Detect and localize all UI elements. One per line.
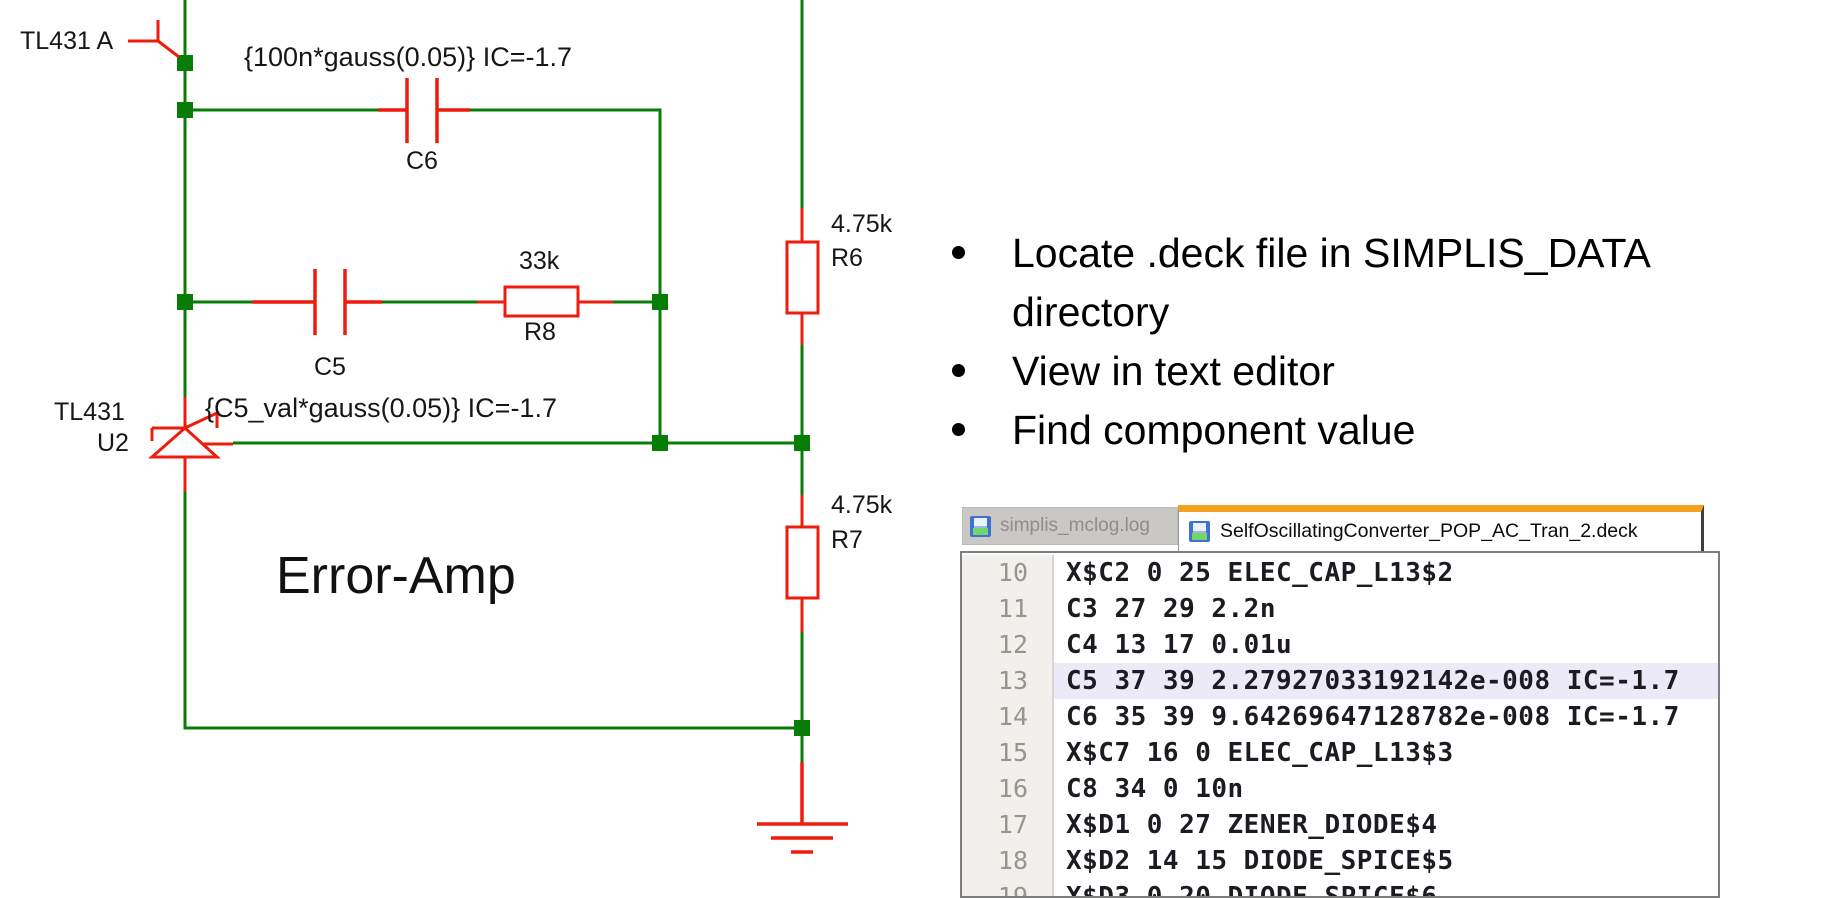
label-c6-value: {100n*gauss(0.05)} IC=-1.7	[244, 42, 572, 73]
capacitor-c6	[378, 78, 470, 143]
label-u2-part: TL431	[54, 398, 125, 427]
line-number: 14	[962, 699, 1054, 735]
resistor-r7	[787, 495, 818, 632]
note-item: Find component value	[938, 401, 1698, 460]
editor-line: 11 C3 27 29 2.2n	[962, 591, 1718, 627]
schematic-canvas	[0, 0, 960, 898]
resistor-r8	[477, 287, 613, 316]
deck-file-viewer[interactable]: 10 X$C2 0 25 ELEC_CAP_L13$2 11 C3 27 29 …	[960, 551, 1720, 898]
editor-line: 14 C6 35 39 9.64269647128782e-008 IC=-1.…	[962, 699, 1718, 735]
editor-line: 19 X$D3 0 20 DIODE_SPICE$6	[962, 879, 1718, 898]
editor-line: 15 X$C7 16 0 ELEC_CAP_L13$3	[962, 735, 1718, 771]
tab-deck-file[interactable]: SelfOscillatingConverter_POP_AC_Tran_2.d…	[1178, 505, 1704, 551]
tab-label: SelfOscillatingConverter_POP_AC_Tran_2.d…	[1220, 520, 1638, 543]
label-c5-value: {C5_val*gauss(0.05)} IC=-1.7	[205, 393, 557, 424]
note-text: View in text editor	[1012, 342, 1335, 401]
label-r8-value: 33k	[519, 247, 559, 276]
wires	[185, 0, 802, 762]
note-text: directory	[1012, 283, 1651, 342]
line-text: C4 13 17 0.01u	[1054, 627, 1718, 663]
line-number: 10	[962, 555, 1054, 591]
line-text: X$C2 0 25 ELEC_CAP_L13$2	[1054, 555, 1718, 591]
label-u2-ref: U2	[97, 429, 129, 458]
bullet-dot	[952, 423, 965, 436]
notes-list: Locate .deck file in SIMPLIS_DATA direct…	[938, 224, 1698, 460]
label-r7-ref: R7	[831, 526, 863, 555]
label-r6-ref: R6	[831, 244, 863, 273]
save-file-icon	[970, 516, 991, 537]
label-c6-ref: C6	[406, 147, 438, 176]
resistor-r6	[787, 208, 818, 345]
editor-line: 16 C8 34 0 10n	[962, 771, 1718, 807]
capacitor-c5	[252, 269, 382, 335]
line-number: 16	[962, 771, 1054, 807]
line-number: 11	[962, 591, 1054, 627]
label-r8-ref: R8	[524, 318, 556, 347]
line-number: 15	[962, 735, 1054, 771]
label-r7-value: 4.75k	[831, 491, 892, 520]
editor-line: 17 X$D1 0 27 ZENER_DIODE$4	[962, 807, 1718, 843]
line-text: C8 34 0 10n	[1054, 771, 1718, 807]
line-text: C3 27 29 2.2n	[1054, 591, 1718, 627]
note-item: View in text editor	[938, 342, 1698, 401]
line-text: C5 37 39 2.27927033192142e-008 IC=-1.7	[1054, 663, 1718, 699]
line-number: 12	[962, 627, 1054, 663]
line-text: X$D2 14 15 DIODE_SPICE$5	[1054, 843, 1718, 879]
label-c5-ref: C5	[314, 353, 346, 382]
note-text: Find component value	[1012, 401, 1415, 460]
bullet-dot	[952, 364, 965, 377]
line-number: 13	[962, 663, 1054, 699]
tab-simplis-mclog[interactable]: simplis_mclog.log	[962, 507, 1178, 545]
label-r6-value: 4.75k	[831, 210, 892, 239]
line-text: X$D1 0 27 ZENER_DIODE$4	[1054, 807, 1718, 843]
editor-line-highlighted: 13 C5 37 39 2.27927033192142e-008 IC=-1.…	[962, 663, 1718, 699]
bullet-dot	[952, 246, 965, 259]
line-text: C6 35 39 9.64269647128782e-008 IC=-1.7	[1054, 699, 1718, 735]
editor-line: 12 C4 13 17 0.01u	[962, 627, 1718, 663]
note-item: Locate .deck file in SIMPLIS_DATA direct…	[938, 224, 1698, 342]
tl431a-pin-icon	[128, 20, 179, 57]
note-text: Locate .deck file in SIMPLIS_DATA	[1012, 224, 1651, 283]
ground-symbol	[757, 762, 848, 852]
line-number: 18	[962, 843, 1054, 879]
block-title: Error-Amp	[276, 546, 516, 606]
editor-line: 18 X$D2 14 15 DIODE_SPICE$5	[962, 843, 1718, 879]
line-number: 17	[962, 807, 1054, 843]
tab-label: simplis_mclog.log	[1000, 515, 1150, 537]
save-file-icon	[1189, 521, 1210, 542]
line-text: X$C7 16 0 ELEC_CAP_L13$3	[1054, 735, 1718, 771]
label-tl431a: TL431 A	[20, 27, 113, 56]
editor-line: 10 X$C2 0 25 ELEC_CAP_L13$2	[962, 555, 1718, 591]
line-number: 19	[962, 879, 1054, 898]
line-text: X$D3 0 20 DIODE_SPICE$6	[1054, 879, 1718, 898]
